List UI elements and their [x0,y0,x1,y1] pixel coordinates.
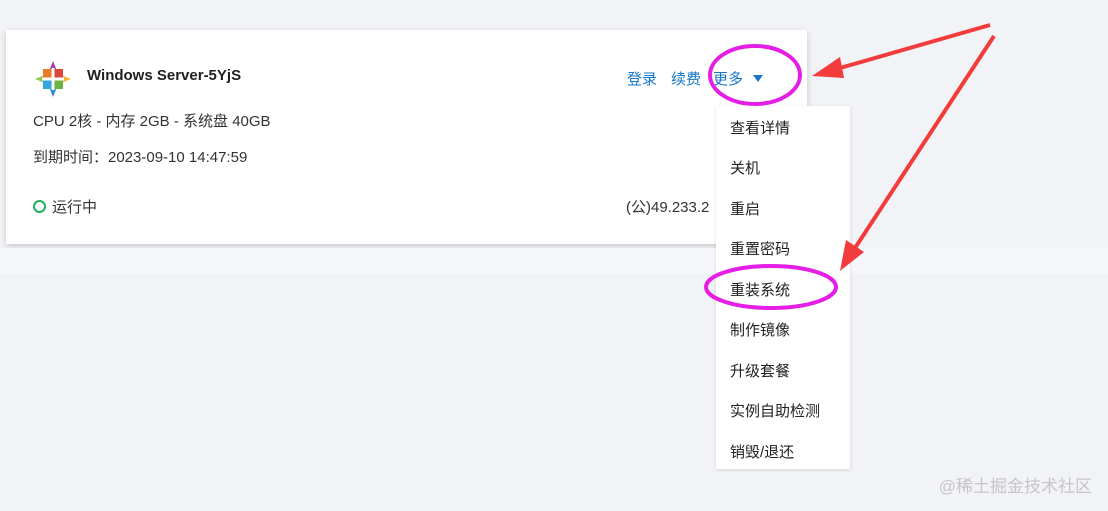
section-divider [0,248,1108,274]
watermark: @稀土掘金技术社区 [938,477,1092,496]
caret-down-icon [753,74,764,82]
more-label: 更多 [713,70,744,88]
menu-item-view-details[interactable]: 查看详情 [730,117,790,138]
menu-item-restart[interactable]: 重启 [730,198,760,219]
arrow-to-more-shaft [839,23,991,70]
server-actions: 登录 续费 更多 [627,67,764,89]
status-text: 运行中 [52,199,98,216]
server-spec: CPU 2核 - 内存 2GB - 系统盘 40GB [33,113,271,130]
server-card: Windows Server-5YjS 登录 续费 更多 CPU 2核 - 内存… [6,30,807,244]
renew-link[interactable]: 续费 [671,68,701,89]
expire-time: 到期时间：2023-09-10 14:47:59 [33,149,248,166]
more-dropdown-menu: 查看详情 关机 重启 重置密码 重装系统 制作镜像 升级套餐 实例自助检测 销毁… [716,106,850,469]
menu-item-reinstall-system[interactable]: 重装系统 [730,279,790,300]
public-ip: (公)49.233.2 [626,199,710,216]
server-name: Windows Server-5YjS [87,67,242,84]
page: Windows Server-5YjS 登录 续费 更多 CPU 2核 - 内存… [0,0,1108,511]
menu-item-create-image[interactable]: 制作镜像 [730,319,790,340]
menu-item-self-check[interactable]: 实例自助检测 [730,400,820,421]
status-circle-icon [33,200,46,213]
more-dropdown-button[interactable]: 更多 [713,68,764,89]
menu-item-reset-password[interactable]: 重置密码 [730,238,790,259]
arrow-to-more-head [812,57,844,78]
menu-item-upgrade-plan[interactable]: 升级套餐 [730,360,790,381]
menu-item-destroy-refund[interactable]: 销毁/退还 [730,441,794,462]
menu-item-shutdown[interactable]: 关机 [730,157,760,178]
windows-server-logo-icon [35,61,71,97]
login-link[interactable]: 登录 [627,68,657,89]
status-indicator: 运行中 [33,196,97,217]
arrow-to-reinstall-shaft [853,34,996,250]
